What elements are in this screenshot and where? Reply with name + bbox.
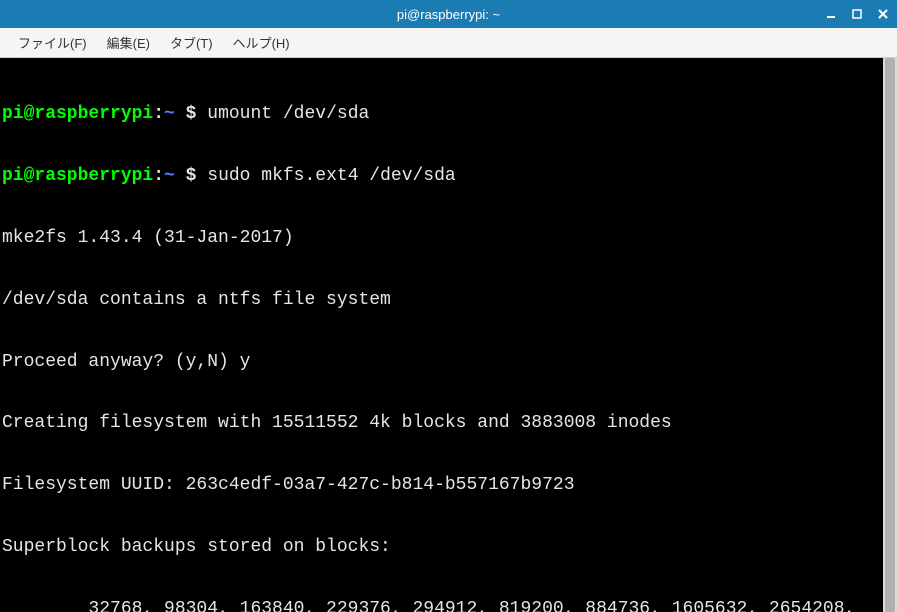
command-text: sudo mkfs.ext4 /dev/sda (207, 166, 455, 186)
terminal-output: mke2fs 1.43.4 (31-Jan-2017) (2, 223, 895, 254)
terminal-output: Superblock backups stored on blocks: (2, 532, 895, 563)
prompt-dollar: $ (175, 166, 207, 186)
terminal-line: pi@raspberrypi:~ $ umount /dev/sda (2, 99, 895, 130)
prompt-path: ~ (164, 166, 175, 186)
terminal-output: Creating filesystem with 15511552 4k blo… (2, 408, 895, 439)
prompt-sep: : (153, 104, 164, 124)
menu-tab[interactable]: タブ(T) (160, 29, 223, 56)
terminal-line: pi@raspberrypi:~ $ sudo mkfs.ext4 /dev/s… (2, 161, 895, 192)
terminal-output: Filesystem UUID: 263c4edf-03a7-427c-b814… (2, 470, 895, 501)
menu-edit[interactable]: 編集(E) (97, 29, 160, 56)
scrollbar-thumb[interactable] (885, 58, 895, 612)
menubar: ファイル(F) 編集(E) タブ(T) ヘルプ(H) (0, 28, 897, 58)
command-text: umount /dev/sda (207, 104, 369, 124)
prompt-user: pi@raspberrypi (2, 104, 153, 124)
prompt-path: ~ (164, 104, 175, 124)
menu-file[interactable]: ファイル(F) (8, 29, 97, 56)
close-button[interactable] (873, 5, 893, 23)
terminal-output: Proceed anyway? (y,N) y (2, 347, 895, 378)
menu-help[interactable]: ヘルプ(H) (223, 29, 300, 56)
titlebar: pi@raspberrypi: ~ (0, 0, 897, 28)
terminal-output: /dev/sda contains a ntfs file system (2, 285, 895, 316)
scrollbar[interactable] (883, 58, 897, 612)
prompt-dollar: $ (175, 104, 207, 124)
prompt-user: pi@raspberrypi (2, 166, 153, 186)
minimize-button[interactable] (821, 5, 841, 23)
prompt-sep: : (153, 166, 164, 186)
terminal-output: 32768, 98304, 163840, 229376, 294912, 81… (2, 594, 895, 612)
maximize-button[interactable] (847, 5, 867, 23)
terminal-area[interactable]: pi@raspberrypi:~ $ umount /dev/sda pi@ra… (0, 58, 897, 612)
window-controls (821, 5, 893, 23)
window-title: pi@raspberrypi: ~ (0, 7, 897, 22)
